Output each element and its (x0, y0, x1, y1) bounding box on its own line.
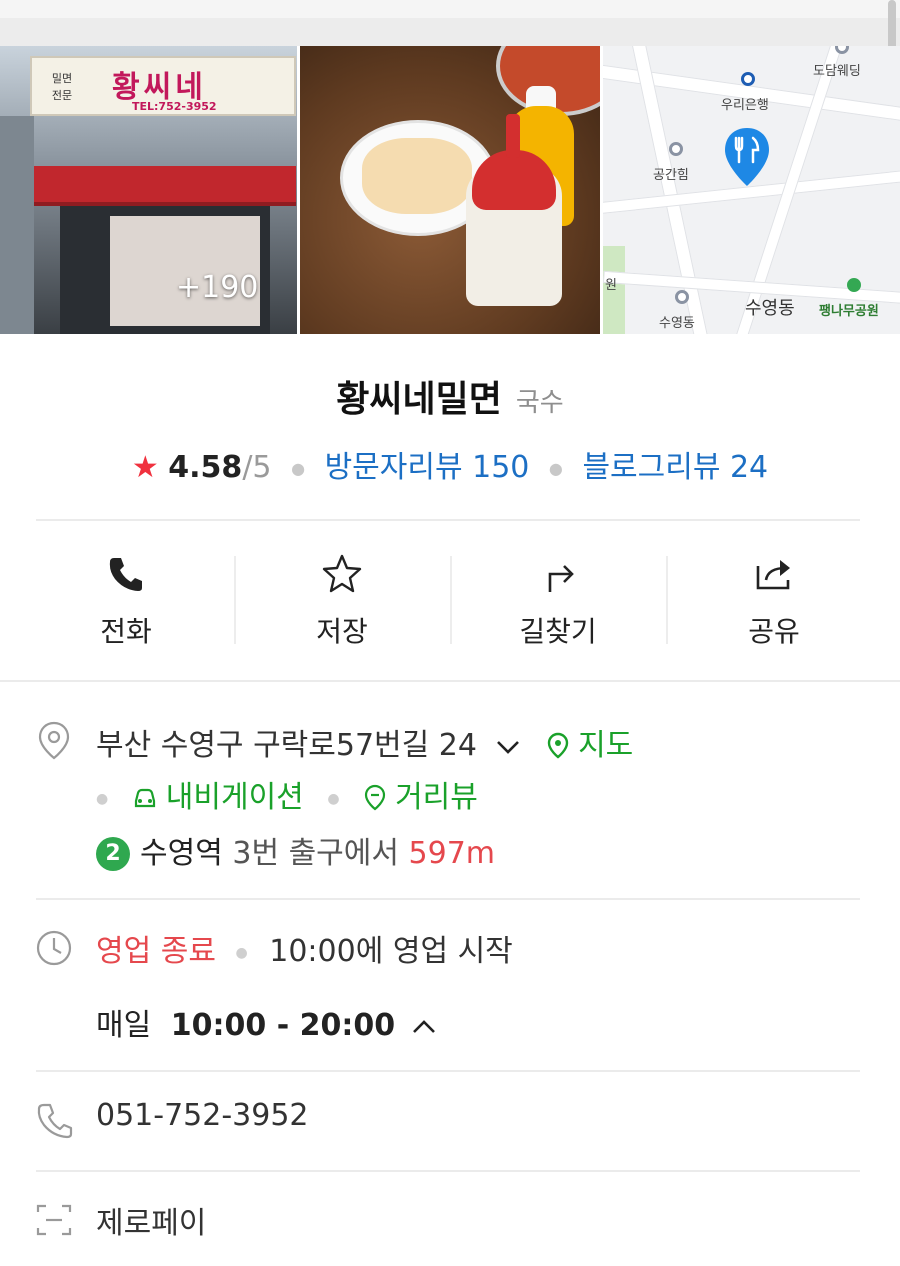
place-name: 황씨네밀면 (336, 379, 502, 420)
map-label: 수영동 (659, 316, 695, 331)
chevron-up-icon[interactable] (409, 1015, 439, 1039)
share-label: 공유 (748, 615, 800, 648)
browser-top-bar (0, 0, 900, 108)
visitor-reviews-link[interactable]: 방문자리뷰 150 (325, 450, 530, 485)
scan-frame-icon (36, 1204, 72, 1236)
map-district-label: 수영동 (745, 298, 795, 319)
blog-reviews-link[interactable]: 블로그리뷰 24 (582, 450, 768, 485)
hours-days: 매일 (96, 1008, 152, 1043)
share-icon (756, 560, 790, 590)
hours-status-row[interactable]: 영업 종료 ● 10:00에 영업 시작 (96, 926, 513, 970)
separator-dot: ● (235, 944, 248, 961)
street-view-icon (364, 784, 386, 811)
share-button[interactable]: 공유 (666, 540, 882, 650)
storefront-sign: 밀면 전문 황씨네 TEL:752-3952 (30, 56, 296, 116)
subway-row: 2 수영역 3번 출구에서 597m (96, 828, 495, 872)
building-wall (0, 116, 34, 334)
subway-exit: 3번 출구에서 (232, 836, 399, 871)
map-label: 공간힘 (653, 168, 689, 183)
street-view-link[interactable]: 거리뷰 (395, 780, 478, 815)
phone-number[interactable]: 051-752-3952 (96, 1098, 309, 1133)
place-title-row: 황씨네밀면 국수 (0, 370, 900, 422)
separator-dot: ● (96, 790, 109, 807)
hours-range: 10:00 - 20:00 (170, 1008, 396, 1043)
rating-row: ★ 4.58/5 ● 방문자리뷰 150 ● 블로그리뷰 24 (0, 442, 900, 486)
call-label: 전화 (100, 615, 152, 648)
section-divider (36, 519, 860, 521)
vinegar-nozzle (506, 114, 520, 158)
subway-line-badge: 2 (96, 837, 130, 871)
map-pin-icon (547, 732, 569, 759)
address-text: 부산 수영구 구락로57번길 24 (96, 728, 477, 763)
next-open-time: 10:00에 영업 시작 (269, 934, 513, 969)
map-label: 원 (605, 278, 617, 293)
navigation-link[interactable]: 내비게이션 (166, 780, 304, 815)
pickled-radish (362, 138, 472, 214)
phone-outline-icon (37, 1103, 73, 1139)
bank-poi-marker (741, 72, 755, 86)
walking-distance: 597m (408, 836, 496, 871)
sign-side-text: 밀면 전문 (51, 72, 73, 102)
map-poi-marker (669, 142, 683, 156)
separator-dot: ● (548, 459, 563, 478)
map-label: 도담웨딩 (813, 64, 861, 79)
payment-method: 제로페이 (96, 1206, 207, 1241)
separator-dot: ● (291, 459, 306, 478)
map-poi-marker (675, 290, 689, 304)
photo-gallery: 밀면 전문 황씨네 TEL:752-3952 +190 도담웨딩 우리은행 공간… (0, 46, 900, 334)
save-button[interactable]: 저장 (234, 540, 450, 650)
address-links-row: ● 내비게이션 ● 거리뷰 (96, 772, 478, 816)
food-photo[interactable] (300, 46, 600, 334)
rating-max: /5 (242, 450, 272, 485)
sign-telephone: TEL:752-3952 (132, 100, 217, 113)
action-bar: 전화 저장 길찾기 공유 (18, 540, 882, 650)
section-divider (36, 1170, 860, 1172)
map-poi-marker (835, 46, 849, 54)
phone-icon (109, 558, 142, 591)
red-awning (34, 166, 296, 206)
rating-score: 4.58 (168, 450, 243, 485)
star-outline-icon (322, 554, 362, 593)
more-photos-count: +190 (176, 270, 259, 305)
section-divider (36, 1070, 860, 1072)
directions-button[interactable]: 길찾기 (450, 540, 666, 650)
clock-icon (36, 930, 72, 966)
map-thumbnail[interactable]: 도담웨딩 우리은행 공간힘 수영동 팽나무공원 원 수영동 (603, 46, 900, 334)
fork-knife-icon (725, 128, 769, 186)
park-poi-marker (847, 278, 861, 292)
section-divider (0, 680, 900, 682)
call-button[interactable]: 전화 (18, 540, 234, 650)
save-label: 저장 (316, 615, 368, 648)
location-pin-icon (38, 721, 70, 760)
subway-station: 수영역 (140, 836, 223, 871)
car-icon (134, 788, 155, 808)
rating-star-icon: ★ (131, 450, 159, 485)
top-bar-strip (0, 18, 900, 46)
route-icon (548, 565, 574, 592)
storefront-photo[interactable]: 밀면 전문 황씨네 TEL:752-3952 +190 (0, 46, 297, 334)
section-divider (36, 898, 860, 900)
address-row: 부산 수영구 구락로57번길 24 지도 (96, 720, 633, 764)
separator-dot: ● (327, 790, 340, 807)
place-category: 국수 (515, 388, 564, 418)
hours-detail-row[interactable]: 매일 10:00 - 20:00 (96, 1000, 445, 1044)
business-status: 영업 종료 (96, 934, 216, 969)
chevron-down-icon[interactable] (493, 735, 523, 759)
map-label: 우리은행 (721, 98, 769, 113)
map-label: 팽나무공원 (819, 304, 879, 319)
directions-label: 길찾기 (519, 615, 597, 648)
map-link[interactable]: 지도 (578, 728, 633, 763)
